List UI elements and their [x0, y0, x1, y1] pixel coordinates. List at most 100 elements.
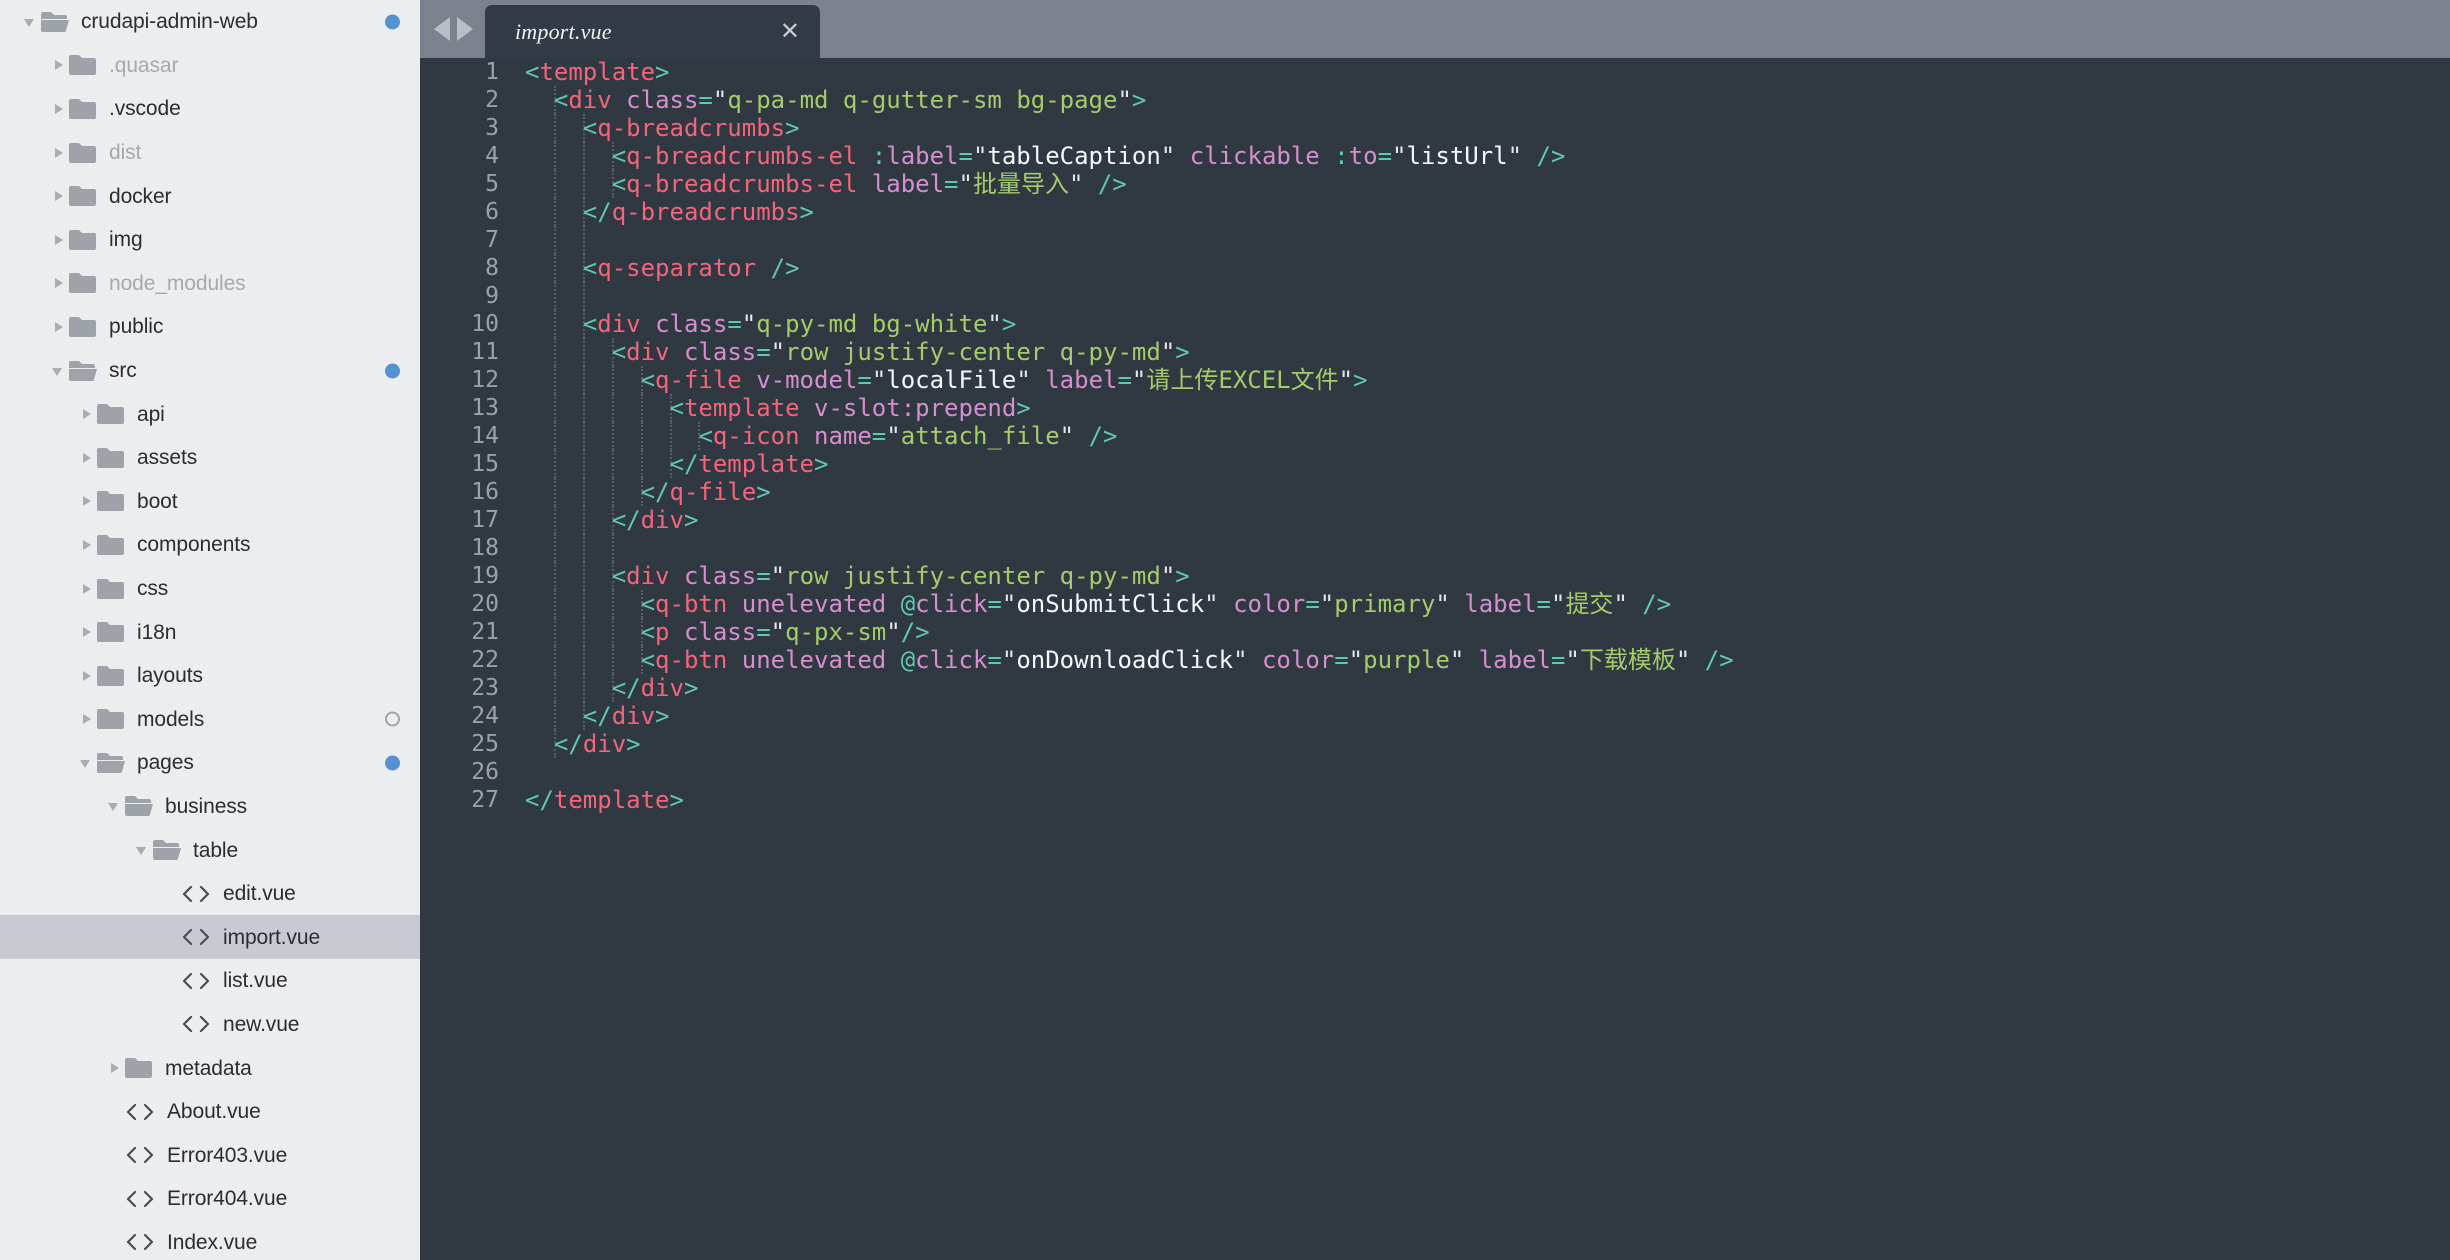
chevron-right-icon[interactable]	[50, 100, 68, 118]
arrow-left-icon[interactable]	[434, 17, 450, 41]
code-line[interactable]: 14 <q-icon name="attach_file" />	[420, 422, 2450, 450]
code-line-text[interactable]: </div>	[525, 674, 2450, 702]
code-line-text[interactable]: </q-breadcrumbs>	[525, 198, 2450, 226]
chevron-right-icon[interactable]	[106, 1059, 124, 1077]
code-line-text[interactable]: </div>	[525, 702, 2450, 730]
chevron-right-icon[interactable]	[78, 492, 96, 510]
tree-item-pages[interactable]: pages	[0, 741, 420, 785]
tree-item-about-vue[interactable]: About.vue	[0, 1090, 420, 1134]
tree-item-docker[interactable]: docker	[0, 174, 420, 218]
code-line[interactable]: 5 <q-breadcrumbs-el label="批量导入" />	[420, 170, 2450, 198]
tree-item-business[interactable]: business	[0, 785, 420, 829]
code-line[interactable]: 4 <q-breadcrumbs-el :label="tableCaption…	[420, 142, 2450, 170]
code-line[interactable]: 27 </template>	[420, 786, 2450, 814]
close-icon[interactable]: ✕	[780, 19, 800, 44]
tree-item-public[interactable]: public	[0, 305, 420, 349]
tree-item-layouts[interactable]: layouts	[0, 654, 420, 698]
code-line[interactable]: 16 </q-file>	[420, 478, 2450, 506]
chevron-right-icon[interactable]	[78, 449, 96, 467]
code-line-text[interactable]: <template>	[525, 58, 2450, 86]
code-line[interactable]: 2 <div class="q-pa-md q-gutter-sm bg-pag…	[420, 86, 2450, 114]
editor-tab-bar[interactable]: import.vue ✕	[420, 0, 2450, 58]
code-line[interactable]: 20 <q-btn unelevated @click="onSubmitCli…	[420, 590, 2450, 618]
code-line[interactable]: 9	[420, 282, 2450, 310]
chevron-right-icon[interactable]	[78, 580, 96, 598]
code-line-text[interactable]: <div class="q-pa-md q-gutter-sm bg-page"…	[525, 86, 2450, 114]
chevron-right-icon[interactable]	[78, 710, 96, 728]
code-line[interactable]: 12 <q-file v-model="localFile" label="请上…	[420, 366, 2450, 394]
chevron-right-icon[interactable]	[78, 536, 96, 554]
code-line-text[interactable]: <q-separator />	[525, 254, 2450, 282]
code-line-text[interactable]: </template>	[525, 450, 2450, 478]
chevron-down-icon[interactable]	[50, 362, 68, 380]
file-explorer-sidebar[interactable]: crudapi-admin-web .quasar .vscode dist docke…	[0, 0, 420, 1260]
code-line[interactable]: 7	[420, 226, 2450, 254]
code-line[interactable]: 6 </q-breadcrumbs>	[420, 198, 2450, 226]
tree-item-api[interactable]: api	[0, 392, 420, 436]
chevron-down-icon[interactable]	[134, 841, 152, 859]
tab-nav-arrows[interactable]	[420, 0, 485, 58]
code-line-text[interactable]: <q-btn unelevated @click="onDownloadClic…	[525, 646, 2450, 674]
file-tree[interactable]: crudapi-admin-web .quasar .vscode dist docke…	[0, 0, 420, 1260]
tree-item-components[interactable]: components	[0, 523, 420, 567]
code-line-text[interactable]: </div>	[525, 506, 2450, 534]
tree-item-import-vue[interactable]: import.vue	[0, 915, 420, 960]
code-lines[interactable]: 1 <template> 2 <div class="q-pa-md q-gutte…	[420, 58, 2450, 814]
chevron-right-icon[interactable]	[50, 187, 68, 205]
tree-item-css[interactable]: css	[0, 567, 420, 611]
code-content[interactable]: 1 <template> 2 <div class="q-pa-md q-gutte…	[420, 58, 2450, 1260]
code-line-text[interactable]: <q-breadcrumbs-el label="批量导入" />	[525, 170, 2450, 198]
code-line-text[interactable]: <q-breadcrumbs>	[525, 114, 2450, 142]
code-line-text[interactable]: <q-file v-model="localFile" label="请上传EX…	[525, 366, 2450, 394]
tree-item-i18n[interactable]: i18n	[0, 610, 420, 654]
chevron-right-icon[interactable]	[50, 56, 68, 74]
tree-item-img[interactable]: img	[0, 218, 420, 262]
code-line[interactable]: 21 <p class="q-px-sm"/>	[420, 618, 2450, 646]
tree-item-vscode[interactable]: .vscode	[0, 87, 420, 131]
tree-item-assets[interactable]: assets	[0, 436, 420, 480]
code-line[interactable]: 23 </div>	[420, 674, 2450, 702]
code-line[interactable]: 18	[420, 534, 2450, 562]
code-line-text[interactable]: </div>	[525, 730, 2450, 758]
tab-list[interactable]: import.vue ✕	[485, 5, 820, 58]
code-line[interactable]: 19 <div class="row justify-center q-py-m…	[420, 562, 2450, 590]
code-line[interactable]: 8 <q-separator />	[420, 254, 2450, 282]
chevron-right-icon[interactable]	[50, 274, 68, 292]
code-line-text[interactable]: <q-btn unelevated @click="onSubmitClick"…	[525, 590, 2450, 618]
chevron-right-icon[interactable]	[78, 623, 96, 641]
code-line[interactable]: 13 <template v-slot:prepend>	[420, 394, 2450, 422]
tree-item-index-vue[interactable]: Index.vue	[0, 1221, 420, 1260]
code-line-text[interactable]: </template>	[525, 786, 2450, 814]
code-line[interactable]: 22 <q-btn unelevated @click="onDownloadC…	[420, 646, 2450, 674]
tree-item-node-modules[interactable]: node_modules	[0, 262, 420, 306]
tree-item-error403-vue[interactable]: Error403.vue	[0, 1133, 420, 1177]
tree-item-table[interactable]: table	[0, 828, 420, 872]
chevron-down-icon[interactable]	[106, 797, 124, 815]
tree-item-models[interactable]: models	[0, 698, 420, 742]
chevron-right-icon[interactable]	[50, 318, 68, 336]
code-line[interactable]: 25 </div>	[420, 730, 2450, 758]
tree-item-list-vue[interactable]: list.vue	[0, 959, 420, 1003]
tree-item-src[interactable]: src	[0, 349, 420, 393]
code-line-text[interactable]: <p class="q-px-sm"/>	[525, 618, 2450, 646]
code-line-text[interactable]: <template v-slot:prepend>	[525, 394, 2450, 422]
code-line[interactable]: 24 </div>	[420, 702, 2450, 730]
code-line[interactable]: 11 <div class="row justify-center q-py-m…	[420, 338, 2450, 366]
chevron-right-icon[interactable]	[50, 144, 68, 162]
code-line[interactable]: 10 <div class="q-py-md bg-white">	[420, 310, 2450, 338]
tree-item-edit-vue[interactable]: edit.vue	[0, 872, 420, 916]
code-line-text[interactable]: <div class="q-py-md bg-white">	[525, 310, 2450, 338]
tree-item-boot[interactable]: boot	[0, 480, 420, 524]
code-line-text[interactable]: <q-icon name="attach_file" />	[525, 422, 2450, 450]
tree-item-error404-vue[interactable]: Error404.vue	[0, 1177, 420, 1221]
code-line[interactable]: 1 <template>	[420, 58, 2450, 86]
tree-item-new-vue[interactable]: new.vue	[0, 1003, 420, 1047]
code-line-text[interactable]: <div class="row justify-center q-py-md">	[525, 562, 2450, 590]
tree-item-metadata[interactable]: metadata	[0, 1046, 420, 1090]
tree-item-dist[interactable]: dist	[0, 131, 420, 175]
chevron-down-icon[interactable]	[78, 754, 96, 772]
code-line-text[interactable]: </q-file>	[525, 478, 2450, 506]
code-line[interactable]: 26	[420, 758, 2450, 786]
code-line-text[interactable]: <q-breadcrumbs-el :label="tableCaption" …	[525, 142, 2450, 170]
chevron-right-icon[interactable]	[78, 667, 96, 685]
